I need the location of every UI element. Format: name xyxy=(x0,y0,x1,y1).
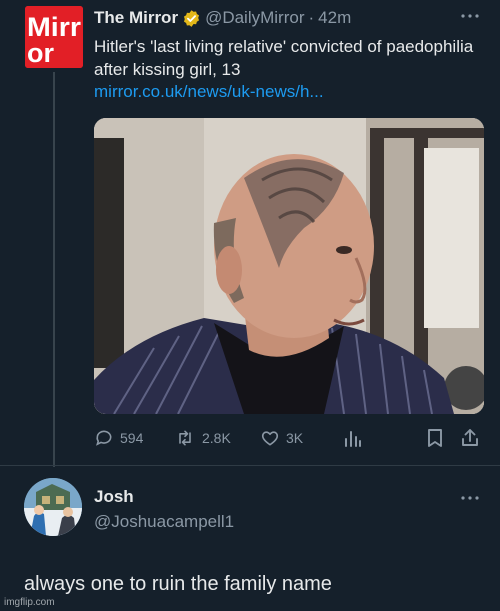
avatar[interactable] xyxy=(24,478,82,536)
timestamp[interactable]: 42m xyxy=(318,8,351,28)
tweet-actions: 594 2.8K 3K xyxy=(94,424,484,452)
reply-more-icon[interactable] xyxy=(458,490,482,506)
mirror-logo[interactable]: Mirr or xyxy=(25,6,83,68)
more-icon[interactable] xyxy=(458,8,482,24)
reply-handle[interactable]: @Joshuacampell1 xyxy=(94,512,234,532)
avatar-illustration xyxy=(24,478,82,536)
views-button[interactable] xyxy=(344,424,362,452)
thread-line xyxy=(53,72,55,467)
retweet-icon xyxy=(174,428,196,448)
tweet-header: The Mirror @DailyMirror · 42m xyxy=(94,6,351,30)
like-icon xyxy=(260,428,280,448)
handle[interactable]: @DailyMirror xyxy=(205,8,304,28)
reply-display-name[interactable]: Josh xyxy=(94,487,134,507)
tweet-text: Hitler's 'last living relative' convicte… xyxy=(94,37,474,79)
reply-icon xyxy=(94,428,114,448)
retweet-count: 2.8K xyxy=(202,430,231,446)
separator-dot: · xyxy=(308,8,315,27)
verified-badge-icon xyxy=(182,9,201,28)
display-name[interactable]: The Mirror xyxy=(94,8,178,28)
reply-count: 594 xyxy=(120,430,144,446)
tweet-link[interactable]: mirror.co.uk/news/uk-news/h... xyxy=(94,82,324,102)
logo-text-line2: or xyxy=(27,38,54,68)
bookmark-icon xyxy=(426,428,444,448)
divider xyxy=(0,465,500,466)
share-button[interactable] xyxy=(460,424,480,452)
bookmark-button[interactable] xyxy=(426,424,444,452)
tweet-photo[interactable] xyxy=(94,118,484,414)
reply-button[interactable]: 594 xyxy=(94,424,143,452)
share-icon xyxy=(460,428,480,448)
photo-illustration xyxy=(94,118,484,414)
watermark: imgflip.com xyxy=(4,597,55,608)
retweet-button[interactable]: 2.8K xyxy=(174,424,231,452)
like-count: 3K xyxy=(286,430,304,446)
like-button[interactable]: 3K xyxy=(260,424,303,452)
views-icon xyxy=(344,428,362,448)
reply-text: always one to ruin the family name xyxy=(24,573,332,595)
